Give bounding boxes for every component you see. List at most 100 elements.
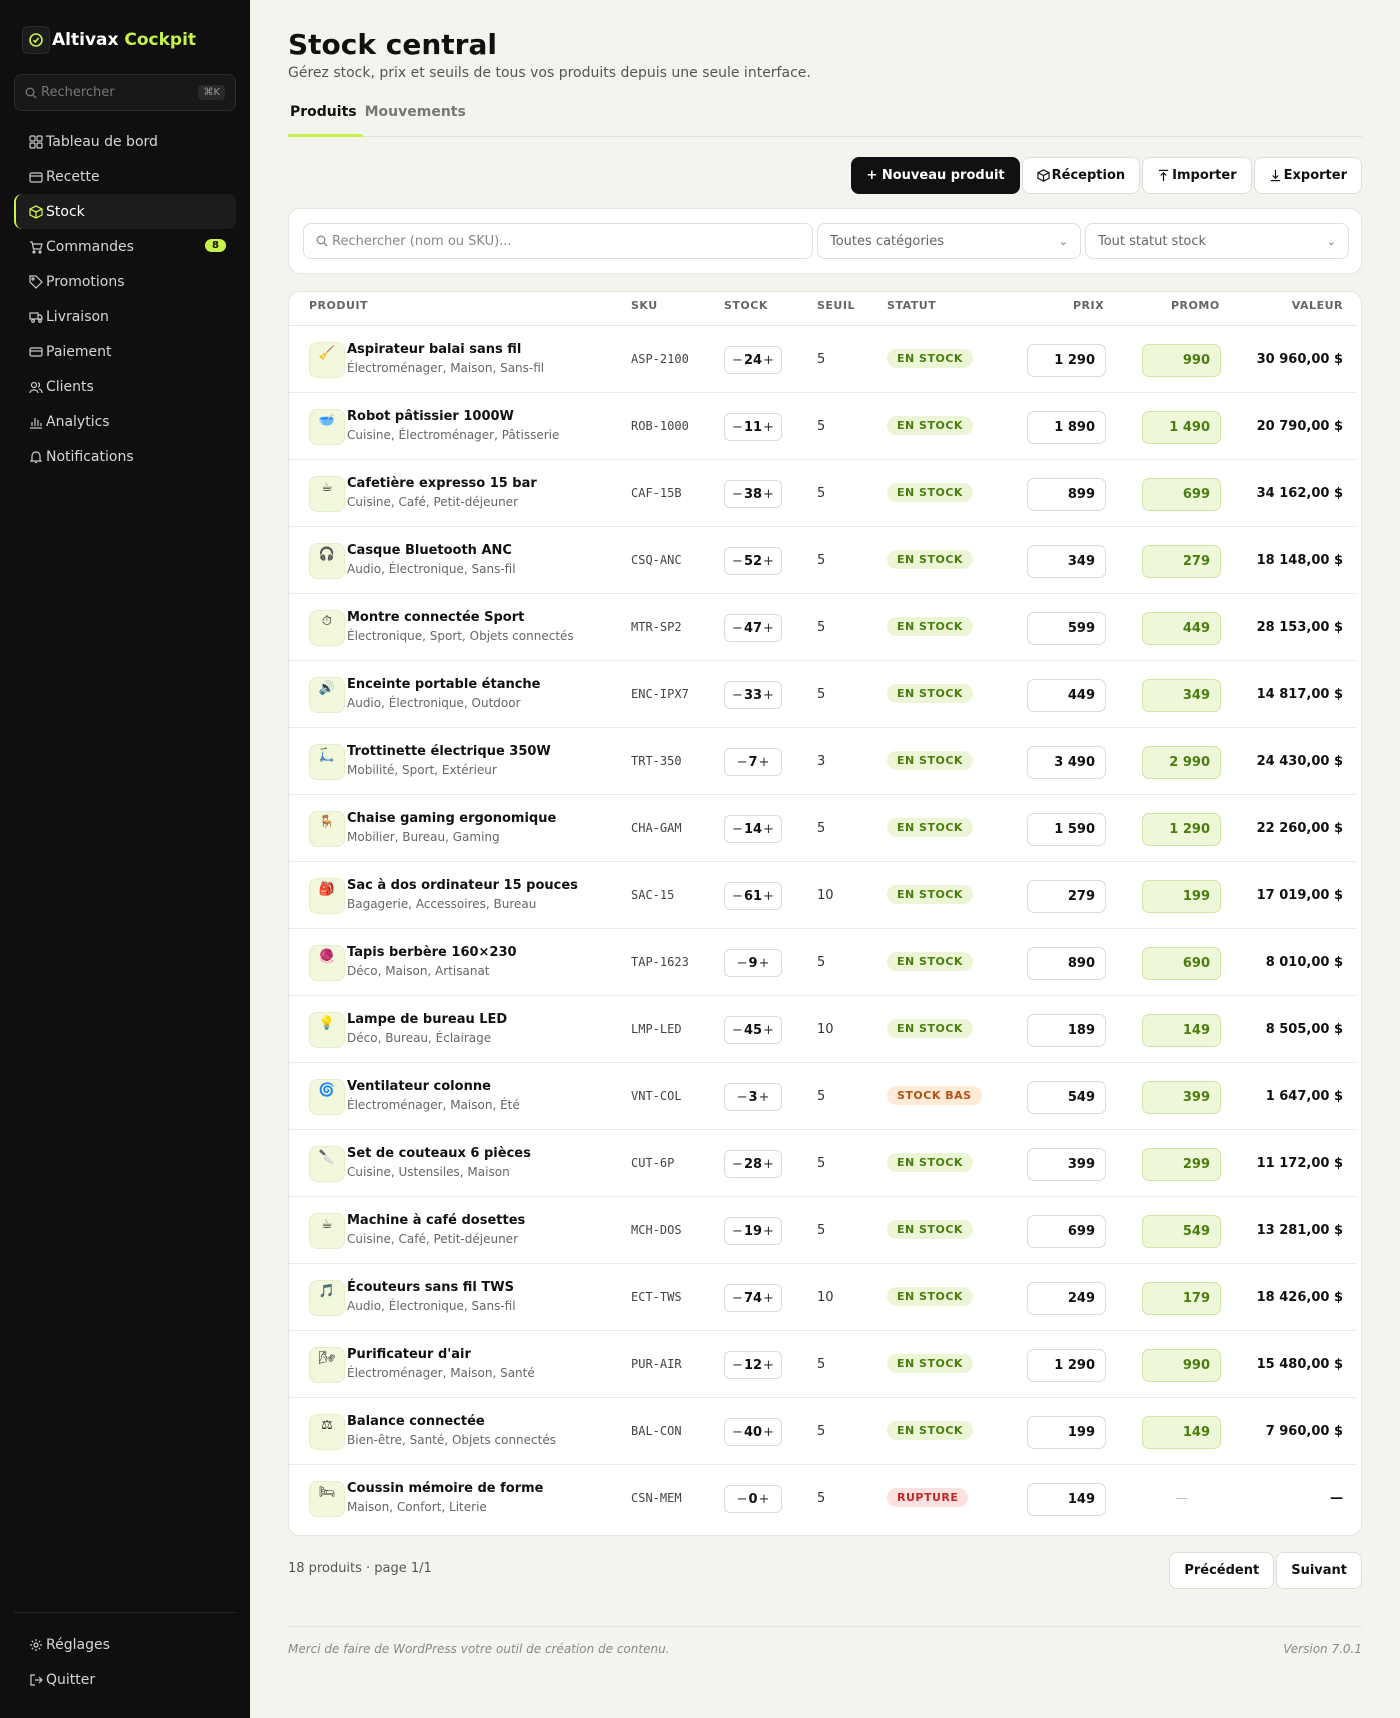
table-row[interactable]: 🌬 Purificateur d'air Électroménager, Maiso… (289, 1331, 1357, 1398)
sidebar-item-promotions[interactable]: Promotions (14, 264, 236, 299)
promo-input[interactable]: 990 (1142, 1349, 1221, 1382)
table-row[interactable]: ⚖ Balance connectée Bien-être, Santé, Obje… (289, 1398, 1357, 1465)
price-input[interactable]: 899 (1027, 478, 1106, 511)
promo-input[interactable]: 399 (1142, 1081, 1221, 1114)
table-row[interactable]: 🎵 Écouteurs sans fil TWS Audio, Électroniq… (289, 1264, 1357, 1331)
price-input[interactable]: 1 290 (1027, 344, 1106, 377)
table-row[interactable]: 🔊 Enceinte portable étanche Audio, Électro… (289, 661, 1357, 728)
decrement-button[interactable]: − (732, 1358, 743, 1373)
decrement-button[interactable]: − (732, 420, 743, 435)
product-name[interactable]: Casque Bluetooth ANC (347, 543, 512, 558)
increment-button[interactable]: + (763, 353, 774, 368)
increment-button[interactable]: + (759, 1492, 770, 1507)
table-row[interactable]: ⏱ Montre connectée Sport Électronique, Spo… (289, 594, 1357, 661)
table-row[interactable]: 🪑 Chaise gaming ergonomique Mobilier, Bure… (289, 795, 1357, 862)
price-input[interactable]: 699 (1027, 1215, 1106, 1248)
price-input[interactable]: 1 290 (1027, 1349, 1106, 1382)
promo-input[interactable]: 149 (1142, 1416, 1221, 1449)
decrement-button[interactable]: − (732, 889, 743, 904)
increment-button[interactable]: + (759, 956, 770, 971)
sidebar-item-commandes[interactable]: Commandes 8 (14, 229, 236, 264)
price-input[interactable]: 3 490 (1027, 746, 1106, 779)
promo-input[interactable]: 699 (1142, 478, 1221, 511)
promo-input[interactable]: 1 490 (1142, 411, 1221, 444)
decrement-button[interactable]: − (732, 822, 743, 837)
table-row[interactable]: 🛴 Trottinette électrique 350W Mobilité, Sp… (289, 728, 1357, 795)
increment-button[interactable]: + (763, 621, 774, 636)
decrement-button[interactable]: − (737, 1492, 748, 1507)
sidebar-item-stock[interactable]: Stock (14, 194, 236, 229)
stock-value[interactable]: 40 (744, 1425, 762, 1440)
product-name[interactable]: Coussin mémoire de forme (347, 1481, 544, 1496)
price-input[interactable]: 249 (1027, 1282, 1106, 1315)
stock-value[interactable]: 12 (744, 1358, 762, 1373)
promo-input[interactable]: 149 (1142, 1014, 1221, 1047)
increment-button[interactable]: + (763, 1224, 774, 1239)
decrement-button[interactable]: − (732, 487, 743, 502)
price-input[interactable]: 399 (1027, 1148, 1106, 1181)
table-row[interactable]: 🔪 Set de couteaux 6 pièces Cuisine, Ustens… (289, 1130, 1357, 1197)
sidebar-item-livraison[interactable]: Livraison (14, 299, 236, 334)
promo-input[interactable]: 179 (1142, 1282, 1221, 1315)
increment-button[interactable]: + (763, 487, 774, 502)
price-input[interactable]: 1 890 (1027, 411, 1106, 444)
decrement-button[interactable]: − (732, 554, 743, 569)
stock-value[interactable]: 11 (744, 420, 762, 435)
stock-value[interactable]: 52 (744, 554, 762, 569)
decrement-button[interactable]: − (732, 1425, 743, 1440)
product-name[interactable]: Aspirateur balai sans fil (347, 342, 521, 357)
product-name[interactable]: Balance connectée (347, 1414, 485, 1429)
product-name[interactable]: Chaise gaming ergonomique (347, 811, 556, 826)
sidebar-item-tableau-de-bord[interactable]: Tableau de bord (14, 124, 236, 159)
table-row[interactable]: 🥣 Robot pâtissier 1000W Cuisine, Électromé… (289, 393, 1357, 460)
stock-value[interactable]: 24 (744, 353, 762, 368)
product-name[interactable]: Ventilateur colonne (347, 1079, 491, 1094)
increment-button[interactable]: + (763, 1358, 774, 1373)
table-row[interactable]: 🧹 Aspirateur balai sans fil Électroménager… (289, 326, 1357, 393)
sidebar-item-clients[interactable]: Clients (14, 369, 236, 404)
stock-status-select[interactable]: Tout statut stock ⌄ (1085, 223, 1349, 259)
increment-button[interactable]: + (763, 889, 774, 904)
table-row[interactable]: 🌀 Ventilateur colonne Électroménager, Mais… (289, 1063, 1357, 1130)
sidebar-item-quitter[interactable]: Quitter (14, 1662, 236, 1697)
product-search-input[interactable]: Rechercher (nom ou SKU)... (303, 223, 813, 259)
table-row[interactable]: 🎒 Sac à dos ordinateur 15 pouces Bagagerie… (289, 862, 1357, 929)
decrement-button[interactable]: − (732, 688, 743, 703)
new-product-button[interactable]: + Nouveau produit (851, 157, 1020, 194)
product-name[interactable]: Enceinte portable étanche (347, 677, 541, 692)
increment-button[interactable]: + (763, 420, 774, 435)
stock-value[interactable]: 47 (744, 621, 762, 636)
brand[interactable]: Altivax Cockpit (22, 26, 196, 54)
decrement-button[interactable]: − (732, 1023, 743, 1038)
product-name[interactable]: Cafetière expresso 15 bar (347, 476, 537, 491)
product-name[interactable]: Lampe de bureau LED (347, 1012, 507, 1027)
stock-value[interactable]: 9 (748, 956, 757, 971)
price-input[interactable]: 449 (1027, 679, 1106, 712)
increment-button[interactable]: + (763, 1425, 774, 1440)
price-input[interactable]: 549 (1027, 1081, 1106, 1114)
stock-value[interactable]: 28 (744, 1157, 762, 1172)
decrement-button[interactable]: − (737, 956, 748, 971)
decrement-button[interactable]: − (732, 1291, 743, 1306)
increment-button[interactable]: + (763, 554, 774, 569)
increment-button[interactable]: + (759, 1090, 770, 1105)
price-input[interactable]: 279 (1027, 880, 1106, 913)
increment-button[interactable]: + (763, 1023, 774, 1038)
promo-input[interactable]: 299 (1142, 1148, 1221, 1181)
sidebar-search-input[interactable]: Rechercher ⌘K (14, 74, 236, 111)
table-row[interactable]: 🧶 Tapis berbère 160×230 Déco, Maison, Arti… (289, 929, 1357, 996)
product-name[interactable]: Écouteurs sans fil TWS (347, 1280, 514, 1295)
tab-produits[interactable]: Produits (288, 100, 363, 137)
stock-value[interactable]: 3 (748, 1090, 757, 1105)
sidebar-item-analytics[interactable]: Analytics (14, 404, 236, 439)
product-name[interactable]: Machine à café dosettes (347, 1213, 525, 1228)
sidebar-item-reglages[interactable]: Réglages (14, 1627, 236, 1662)
sidebar-item-paiement[interactable]: Paiement (14, 334, 236, 369)
stock-value[interactable]: 19 (744, 1224, 762, 1239)
stock-value[interactable]: 0 (748, 1492, 757, 1507)
promo-input[interactable]: 349 (1142, 679, 1221, 712)
export-button[interactable]: Exporter (1253, 157, 1362, 194)
table-row[interactable]: 🎧 Casque Bluetooth ANC Audio, Électronique… (289, 527, 1357, 594)
increment-button[interactable]: + (763, 1291, 774, 1306)
product-name[interactable]: Robot pâtissier 1000W (347, 409, 514, 424)
